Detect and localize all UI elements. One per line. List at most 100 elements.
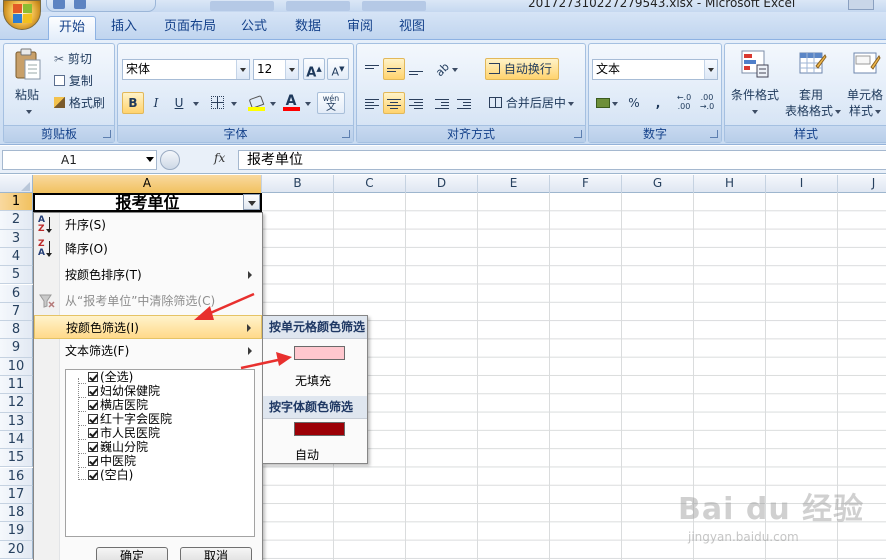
- font-name-combo[interactable]: 宋体: [122, 59, 250, 80]
- checkbox-checked-icon[interactable]: [88, 386, 98, 396]
- filter-checkbox-item[interactable]: 横店医院: [88, 398, 148, 412]
- checkbox-checked-icon[interactable]: [88, 400, 98, 410]
- format-painter-button[interactable]: 格式刷: [54, 94, 105, 111]
- comma-button[interactable]: ,: [647, 92, 669, 114]
- format-as-table-line1[interactable]: 套用: [799, 86, 823, 103]
- copy-button[interactable]: 复制: [54, 72, 93, 89]
- tab-data[interactable]: 数据: [284, 16, 332, 40]
- font-launcher[interactable]: [342, 130, 350, 138]
- column-header-i[interactable]: I: [766, 175, 838, 193]
- increase-decimal-icon[interactable]: ←.0.00: [673, 92, 695, 114]
- row-header-20[interactable]: 20: [0, 540, 33, 559]
- quick-access-toolbar[interactable]: [46, 0, 156, 12]
- conditional-format-dropdown[interactable]: [750, 104, 758, 118]
- wrap-text-button[interactable]: 自动换行: [485, 58, 559, 80]
- cancel-button[interactable]: 取消: [180, 547, 252, 560]
- text-filter-item[interactable]: 文本筛选(F): [34, 339, 262, 363]
- column-header-j[interactable]: J: [838, 175, 886, 193]
- column-header-d[interactable]: D: [406, 175, 478, 193]
- filter-checkbox-item[interactable]: (空白): [88, 468, 133, 482]
- insert-function-icon[interactable]: fx: [214, 151, 225, 165]
- row-header-10[interactable]: 10: [0, 357, 33, 376]
- sort-ascending-item[interactable]: AZ 升序(S): [34, 213, 262, 237]
- decrease-decimal-icon[interactable]: .00 →.0: [696, 92, 718, 114]
- alignment-launcher[interactable]: [574, 130, 582, 138]
- number-format-combo[interactable]: 文本: [592, 59, 718, 80]
- cell-a1[interactable]: 报考单位: [33, 193, 262, 212]
- filter-checkbox-item[interactable]: (全选): [88, 370, 133, 384]
- cell-color-swatch[interactable]: [294, 346, 345, 360]
- underline-dropdown[interactable]: [189, 92, 201, 114]
- filter-checkbox-item[interactable]: 市人民医院: [88, 426, 160, 440]
- font-color-icon[interactable]: A: [280, 92, 302, 114]
- formula-input[interactable]: 报考单位: [238, 150, 886, 170]
- ok-button[interactable]: 确定: [96, 547, 168, 560]
- row-header-18[interactable]: 18: [0, 504, 33, 523]
- checkbox-checked-icon[interactable]: [88, 442, 98, 452]
- row-header-12[interactable]: 12: [0, 394, 33, 413]
- align-right-icon[interactable]: [405, 92, 427, 114]
- row-header-5[interactable]: 5: [0, 266, 33, 285]
- column-header-h[interactable]: H: [694, 175, 766, 193]
- row-header-13[interactable]: 13: [0, 412, 33, 431]
- align-left-icon[interactable]: [361, 92, 383, 114]
- orientation-icon[interactable]: ab: [431, 58, 463, 80]
- underline-button[interactable]: U: [168, 92, 190, 114]
- row-header-6[interactable]: 6: [0, 284, 33, 303]
- checkbox-checked-icon[interactable]: [88, 414, 98, 424]
- checkbox-checked-icon[interactable]: [88, 456, 98, 466]
- row-header-3[interactable]: 3: [0, 229, 33, 248]
- clipboard-launcher[interactable]: [103, 130, 111, 138]
- filter-checkbox-item[interactable]: 妇幼保健院: [88, 384, 160, 398]
- border-dropdown[interactable]: [227, 92, 239, 114]
- column-header-b[interactable]: B: [262, 175, 334, 193]
- row-header-2[interactable]: 2: [0, 211, 33, 230]
- cell-styles-button[interactable]: 样式: [849, 102, 882, 119]
- name-box[interactable]: A1: [2, 150, 157, 170]
- row-header-19[interactable]: 19: [0, 522, 33, 541]
- fill-color-dropdown[interactable]: [266, 92, 278, 114]
- column-header-f[interactable]: F: [550, 175, 622, 193]
- merge-center-button[interactable]: 合并后居中: [485, 92, 581, 114]
- select-all-corner[interactable]: [0, 175, 33, 193]
- filter-checkbox-item[interactable]: 红十字会医院: [88, 412, 172, 426]
- grow-font-button[interactable]: A▲: [303, 58, 325, 80]
- paste-icon[interactable]: [13, 48, 43, 82]
- format-as-table-button[interactable]: 表格格式: [785, 102, 842, 119]
- checkbox-checked-icon[interactable]: [88, 470, 98, 480]
- column-header-e[interactable]: E: [478, 175, 550, 193]
- sort-descending-item[interactable]: ZA 降序(O): [34, 237, 262, 261]
- row-header-7[interactable]: 7: [0, 302, 33, 322]
- column-header-g[interactable]: G: [622, 175, 694, 193]
- bold-button[interactable]: B: [122, 92, 144, 114]
- row-header-17[interactable]: 17: [0, 485, 33, 505]
- row-header-8[interactable]: 8: [0, 321, 33, 340]
- save-icon[interactable]: [53, 0, 65, 9]
- phonetic-button[interactable]: wén 文: [317, 92, 345, 114]
- no-fill-option[interactable]: 无填充: [295, 372, 331, 389]
- checkbox-checked-icon[interactable]: [88, 428, 98, 438]
- align-bottom-icon[interactable]: [405, 58, 427, 80]
- undo-icon[interactable]: [74, 0, 86, 9]
- column-header-c[interactable]: C: [334, 175, 406, 193]
- tab-view[interactable]: 视图: [388, 16, 436, 40]
- tab-review[interactable]: 审阅: [336, 16, 384, 40]
- formula-bar-splitter[interactable]: [160, 150, 180, 170]
- filter-values-list[interactable]: (全选) 妇幼保健院 横店医院 红十字会医院 市人民医院 巍山分院 中医院 (空…: [65, 369, 255, 537]
- row-header-9[interactable]: 9: [0, 339, 33, 358]
- increase-indent-icon[interactable]: [453, 92, 475, 114]
- cell-styles-icon[interactable]: [853, 50, 881, 78]
- italic-button[interactable]: I: [145, 92, 167, 114]
- filter-checkbox-item[interactable]: 巍山分院: [88, 440, 148, 454]
- cut-button[interactable]: ✂ 剪切: [54, 50, 92, 67]
- tab-page-layout[interactable]: 页面布局: [156, 16, 224, 40]
- shrink-font-button[interactable]: A▼: [327, 58, 349, 80]
- row-header-16[interactable]: 16: [0, 467, 33, 486]
- tab-formulas[interactable]: 公式: [230, 16, 278, 40]
- font-color-swatch[interactable]: [294, 422, 345, 436]
- autofilter-dropdown-button[interactable]: [243, 194, 260, 210]
- row-header-15[interactable]: 15: [0, 449, 33, 468]
- row-header-14[interactable]: 14: [0, 430, 33, 450]
- name-box-dropdown-icon[interactable]: [146, 157, 154, 162]
- conditional-format-button[interactable]: 条件格式: [731, 86, 779, 103]
